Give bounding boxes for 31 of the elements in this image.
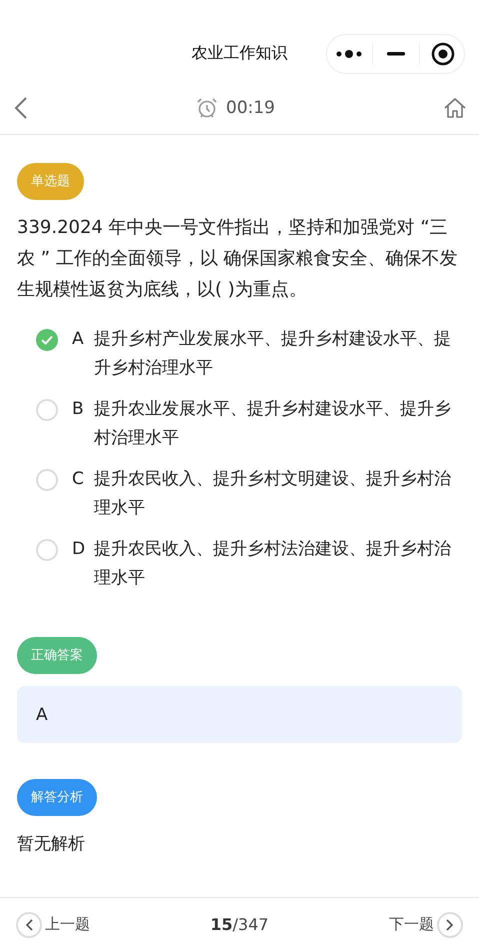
minimize-icon (386, 52, 404, 56)
analysis-tag: 解答分析 (17, 779, 97, 816)
more-icon (334, 49, 364, 59)
target-icon (430, 42, 454, 66)
analysis-text: 暂无解析 (17, 833, 86, 855)
window-title: 农业工作知识 (192, 43, 288, 64)
question-text: 339.2024 年中央一号文件指出，坚持和加强党对 “三农 ” 工作的全面领导，以 确保国家粮食安全、确保不发生规模性返贫为底线，以( )为重点。 (17, 216, 458, 302)
back-button[interactable] (14, 96, 28, 120)
option-letter: A (72, 328, 85, 351)
answer-option[interactable]: A 提升乡村产业发展水平、提升乡村建设水平、提升乡村治理水平 (36, 325, 454, 383)
option-text: 提升农民收入、提升乡村法治建设、提升乡村治理水平 (94, 538, 452, 590)
option-letter: D (72, 538, 86, 561)
correct-answer-tag: 正确答案 (17, 637, 97, 674)
chevron-right-icon (436, 912, 463, 938)
correct-answer-box: A (17, 686, 462, 743)
home-button[interactable] (443, 97, 467, 119)
option-letter: C (72, 468, 85, 491)
option-text: 提升农民收入、提升乡村文明建设、提升乡村治理水平 (94, 468, 452, 520)
option-text: 提升农业发展水平、提升乡村建设水平、提升乡村治理水平 (94, 398, 452, 450)
option-letter: B (72, 398, 85, 421)
question-counter: 15/347 (210, 915, 269, 934)
answer-option[interactable]: D 提升农民收入、提升乡村法治建设、提升乡村治理水平 (36, 535, 454, 593)
answer-option[interactable]: B 提升农业发展水平、提升乡村建设水平、提升乡村治理水平 (36, 395, 454, 453)
previous-question-link[interactable]: 上一题 (16, 912, 90, 938)
chevron-left-icon (16, 912, 42, 938)
alarm-clock-icon (196, 97, 218, 119)
answer-option[interactable]: C 提升农民收入、提升乡村文明建设、提升乡村治理水平 (36, 465, 454, 523)
timer-text: 00:19 (226, 98, 275, 118)
option-text: 提升乡村产业发展水平、提升乡村建设水平、提升乡村治理水平 (94, 328, 452, 380)
question-type-tag: 单选题 (17, 163, 84, 200)
next-question-link[interactable]: 下一题 (388, 912, 463, 938)
